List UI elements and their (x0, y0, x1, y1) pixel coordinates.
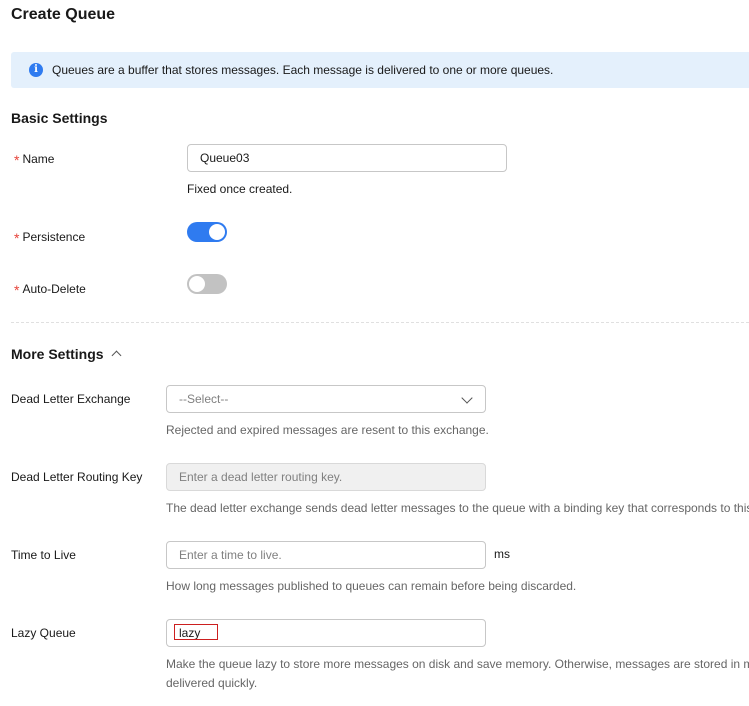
lazy-queue-input[interactable] (166, 619, 486, 647)
section-divider (11, 322, 749, 323)
more-settings-title[interactable]: More Settings (11, 346, 104, 362)
info-text: Queues are a buffer that stores messages… (52, 63, 554, 77)
basic-settings-title: Basic Settings (11, 110, 108, 126)
auto-delete-toggle[interactable] (187, 274, 227, 294)
name-label-text: Name (22, 152, 55, 166)
toggle-knob (209, 224, 225, 240)
lazy-hint-line-1: Make the queue lazy to store more messag… (166, 657, 749, 671)
info-banner: i Queues are a buffer that stores messag… (11, 52, 749, 88)
persistence-label: * Persistence (14, 228, 86, 246)
dlrk-hint: The dead letter exchange sends dead lett… (166, 501, 749, 515)
ttl-hint: How long messages published to queues ca… (166, 579, 577, 593)
persistence-toggle[interactable] (187, 222, 227, 242)
persistence-label-text: Persistence (22, 230, 86, 244)
lazy-queue-label: Lazy Queue (11, 626, 76, 640)
name-input[interactable] (187, 144, 507, 172)
dlrk-input (166, 463, 486, 491)
dlrk-label: Dead Letter Routing Key (11, 470, 143, 484)
required-mark: * (14, 152, 20, 168)
ttl-unit: ms (494, 547, 510, 561)
auto-delete-label: * Auto-Delete (14, 280, 86, 298)
name-label: * Name (14, 150, 55, 168)
info-icon: i (29, 63, 43, 77)
ttl-label: Time to Live (11, 548, 76, 562)
lazy-hint-line-2: delivered quickly. (166, 676, 258, 690)
required-mark: * (14, 282, 20, 298)
chevron-up-icon[interactable] (111, 350, 122, 361)
dlx-select-value: --Select-- (179, 392, 229, 406)
dlx-select[interactable]: --Select-- (166, 385, 486, 413)
dlx-label: Dead Letter Exchange (11, 392, 131, 406)
required-mark: * (14, 230, 20, 246)
dlx-hint: Rejected and expired messages are resent… (166, 423, 489, 437)
ttl-input[interactable] (166, 541, 486, 569)
name-hint: Fixed once created. (187, 182, 293, 196)
create-queue-page: Create Queue i Queues are a buffer that … (0, 0, 749, 706)
toggle-knob (189, 276, 205, 292)
chevron-down-icon (461, 392, 473, 404)
page-title: Create Queue (11, 6, 116, 23)
auto-delete-label-text: Auto-Delete (22, 282, 86, 296)
